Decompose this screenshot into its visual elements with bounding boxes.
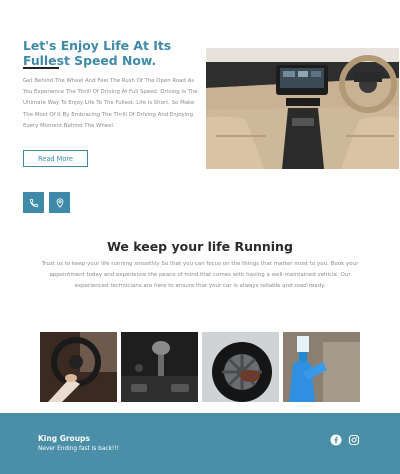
gallery-image-tire-cleaning bbox=[202, 332, 279, 402]
hero-description: Get Behind The Wheel And Feel The Rush O… bbox=[23, 78, 198, 129]
gallery-image-driver bbox=[40, 332, 117, 402]
footer: King Groups Never Ending fast is back!!! bbox=[0, 413, 400, 474]
footer-brand: King Groups bbox=[38, 434, 90, 443]
page: Let's Enjoy Life At Its Fullest Speed No… bbox=[0, 0, 400, 474]
hero-car-interior-image bbox=[206, 48, 399, 169]
instagram-link[interactable] bbox=[348, 434, 360, 446]
phone-button[interactable] bbox=[23, 192, 44, 213]
location-pin-icon bbox=[56, 197, 63, 208]
facebook-icon bbox=[330, 434, 342, 446]
section-title: We keep your life Running bbox=[107, 239, 293, 254]
location-button[interactable] bbox=[49, 192, 70, 213]
gallery-image-gear-shifter bbox=[121, 332, 198, 402]
instagram-icon bbox=[348, 434, 360, 446]
service-gallery bbox=[40, 332, 360, 402]
facebook-link[interactable] bbox=[330, 434, 342, 446]
gallery-image-interior-cleaning bbox=[283, 332, 360, 402]
section-description: Trust us to keep your life running smoot… bbox=[41, 261, 359, 290]
footer-tagline: Never Ending fast is back!!! bbox=[38, 446, 119, 452]
phone-icon bbox=[29, 198, 38, 207]
hero-title-underline bbox=[23, 67, 59, 69]
hero-title: Let's Enjoy Life At Its Fullest Speed No… bbox=[23, 38, 172, 68]
read-more-button[interactable]: Read More bbox=[23, 150, 88, 167]
